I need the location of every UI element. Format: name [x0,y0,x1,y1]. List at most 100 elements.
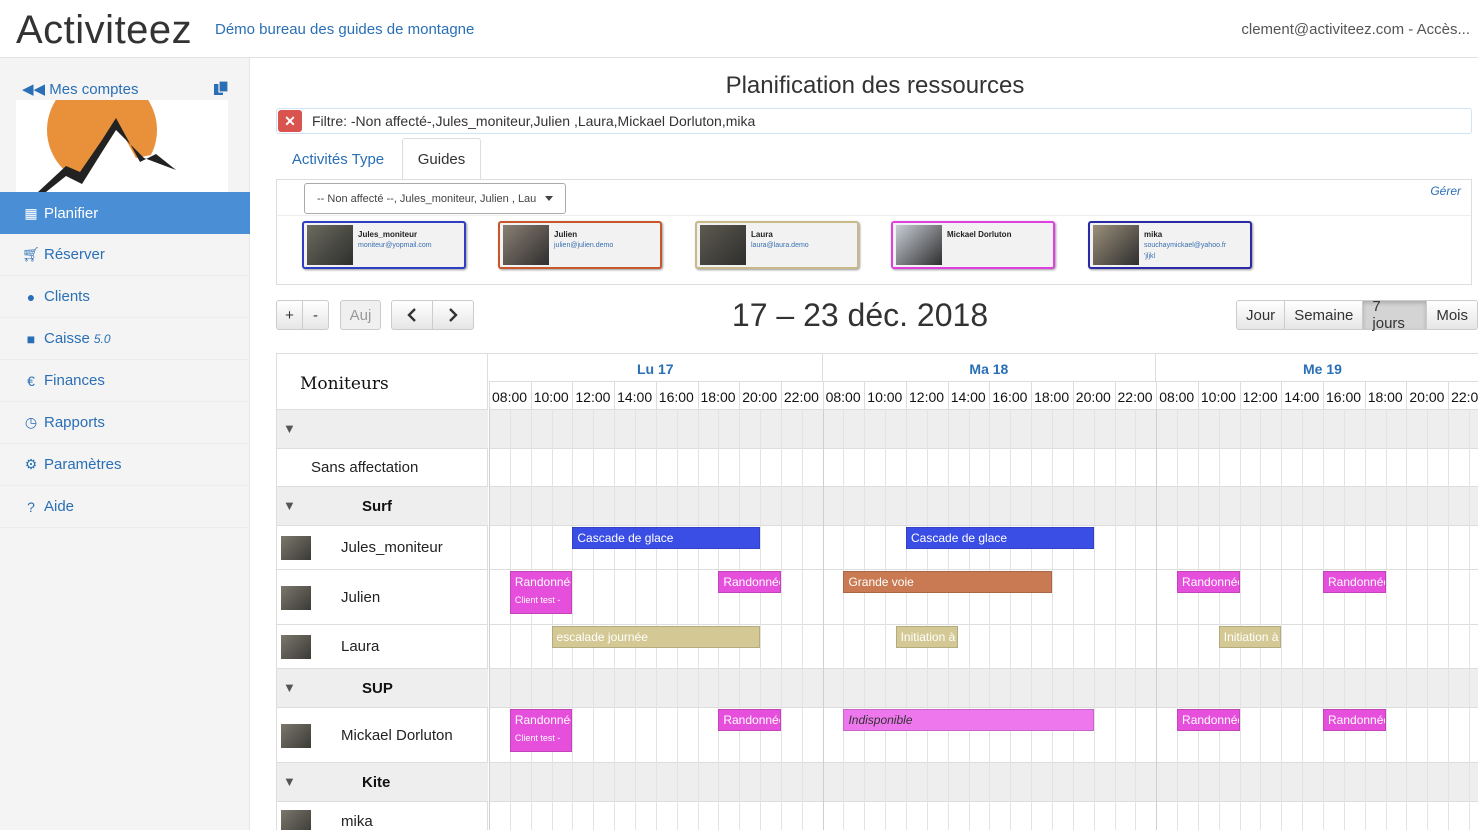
hour-label: 14:00 [1281,382,1323,410]
calendar-event[interactable]: Grande voie [843,571,1052,593]
guide-card[interactable]: Jules_moniteur moniteur@yopmail.com [302,221,466,269]
organization-name[interactable]: Démo bureau des guides de montagne [215,21,474,38]
guide-email: laura@laura.demo [751,242,809,249]
sidebar-item-planifier[interactable]: ▦ Planifier [0,192,250,234]
calendar-event[interactable]: Randonnée Client test - [509,709,573,752]
resource-group-label: SUP [362,680,393,697]
resource-group-row[interactable]: ▼ Surf [277,487,488,526]
calendar-event[interactable]: Randonnée [1323,571,1386,593]
view-jour-button[interactable]: Jour [1236,300,1286,330]
calendar-event[interactable]: Randonnée [1177,571,1240,593]
day-header[interactable]: Ma 18 [822,354,1157,382]
grid-line [1197,410,1199,830]
hour-label: 08:00 [822,382,865,410]
tab-activites-type[interactable]: Activités Type [282,138,394,180]
grid-line [1281,410,1283,830]
day-header[interactable]: Me 19 [1156,354,1478,382]
sidebar-item-caisse[interactable]: ■ Caisse 5.0 [0,318,250,360]
guide-email: moniteur@yopmail.com [358,242,432,249]
grid-line [1323,410,1324,830]
guide-photo [700,225,746,265]
resource-group-label: Kite [362,774,391,791]
account-menu[interactable]: clement@activiteez.com - Accès... [1241,21,1470,38]
collapse-triangle-icon[interactable]: ▼ [283,774,296,789]
calendar-event[interactable]: Cascade de glace [906,527,1094,549]
resource-group-row[interactable]: ▼ [277,410,488,449]
calendar-event[interactable]: Cascade de glace [572,527,761,549]
hour-label: 10:00 [1197,382,1240,410]
tab-guides[interactable]: Guides [402,138,481,180]
grid-line [780,410,782,830]
zoom-in-button[interactable]: + [276,300,303,330]
filter-bar: ✕ Filtre: -Non affecté-,Jules_moniteur,J… [276,108,1472,134]
timeline-grid[interactable]: Lu 17 08:00 10:00 12:00 14:00 16:00 18:00 20:00… [489,354,1478,830]
grid-line [1114,410,1116,830]
sidebar-item-reserver[interactable]: 🛒︎ Réserver [0,234,250,276]
sidebar-item-parametres[interactable]: ⚙ Paramètres [0,444,250,486]
brand-logo-text[interactable]: Activiteez [16,8,192,53]
calendar-event[interactable]: escalade journée [551,626,761,648]
zoom-out-button[interactable]: - [302,300,329,330]
calendar-event[interactable]: Randonnée Client test - [509,571,573,614]
prev-button[interactable] [391,300,433,330]
chevron-left-icon [407,308,416,322]
calendar-event[interactable]: Randonnée [718,571,781,593]
gerer-link[interactable]: Gérer [1430,184,1461,198]
collapse-triangle-icon[interactable]: ▼ [283,498,296,513]
sidebar-item-clients[interactable]: ● Clients [0,276,250,318]
mes-comptes-link[interactable]: ◀◀ Mes comptes [22,80,138,98]
sidebar-item-aide[interactable]: ? Aide [0,486,250,528]
timeline-row [489,487,1478,526]
today-button[interactable]: Auj [340,300,381,330]
resource-name: mika [341,813,373,830]
resource-group-row[interactable]: ▼ Kite [277,763,488,802]
resource-header-label: Moniteurs [300,374,389,394]
hour-label: 18:00 [1031,382,1073,410]
collapse-triangle-icon[interactable]: ▼ [283,421,296,436]
resource-avatar [281,586,311,610]
company-logo [16,100,228,192]
collapse-triangle-icon[interactable]: ▼ [283,680,296,695]
calendar-event[interactable]: Initiation à [1218,626,1282,648]
calendar-event[interactable]: Randonnée [718,709,781,731]
guide-name: mika [1144,230,1163,239]
event-title: Initiation à [900,630,956,644]
clear-filter-button[interactable]: ✕ [278,110,302,132]
view-7-jours-button[interactable]: 7 jours [1362,298,1428,332]
calendar-event[interactable]: Indisponible [843,709,1094,731]
user-icon: ● [26,288,36,305]
resource-name: Mickael Dorluton [341,727,453,744]
view-semaine-button[interactable]: Semaine [1284,300,1364,330]
day-header[interactable]: Lu 17 [489,354,823,382]
event-title: Randonnée [514,575,573,589]
grid-line [634,410,636,830]
sidebar-item-rapports[interactable]: ◷ Rapports [0,402,250,444]
grid-line [968,410,970,830]
timeline-row [489,449,1478,487]
resource-column: Moniteurs ▼ Sans affectation ▼ Surf Jules_mo… [277,354,488,830]
guide-card[interactable]: Julien julien@julien.demo [498,221,662,269]
grid-line [1260,410,1262,830]
next-button[interactable] [432,300,474,330]
view-mois-button[interactable]: Mois [1426,300,1478,330]
guide-multiselect[interactable]: -- Non affecté --, Jules_moniteur, Julie… [304,183,566,214]
sidebar-item-finances[interactable]: € Finances [0,360,250,402]
guide-select-value: -- Non affecté --, Jules_moniteur, Julie… [317,192,537,205]
calendar-event[interactable]: Initiation à [895,626,959,648]
resource-group-row[interactable]: ▼ SUP [277,669,488,708]
calendar-event[interactable]: Randonnée [1177,709,1240,731]
guide-card[interactable]: mika souchaymickael@yahoo.fr 'jljkl [1088,221,1252,269]
sidebar-item-label: Caisse [44,330,90,347]
event-title: Randonnée [1328,713,1386,727]
guide-name: Julien [554,230,578,239]
hour-label: 22:00 [780,382,823,410]
sidebar-item-label: Aide [44,498,75,515]
grid-line [864,410,866,830]
event-title: Indisponible [848,713,913,727]
calendar-event[interactable]: Randonnée [1323,709,1386,731]
guide-card[interactable]: Laura laura@laura.demo [695,221,859,269]
guide-card[interactable]: Mickael Dorluton [891,221,1055,269]
copy-icon[interactable] [213,80,229,96]
resource-header: Moniteurs [277,354,488,410]
calendar-icon: ▦ [24,204,38,221]
